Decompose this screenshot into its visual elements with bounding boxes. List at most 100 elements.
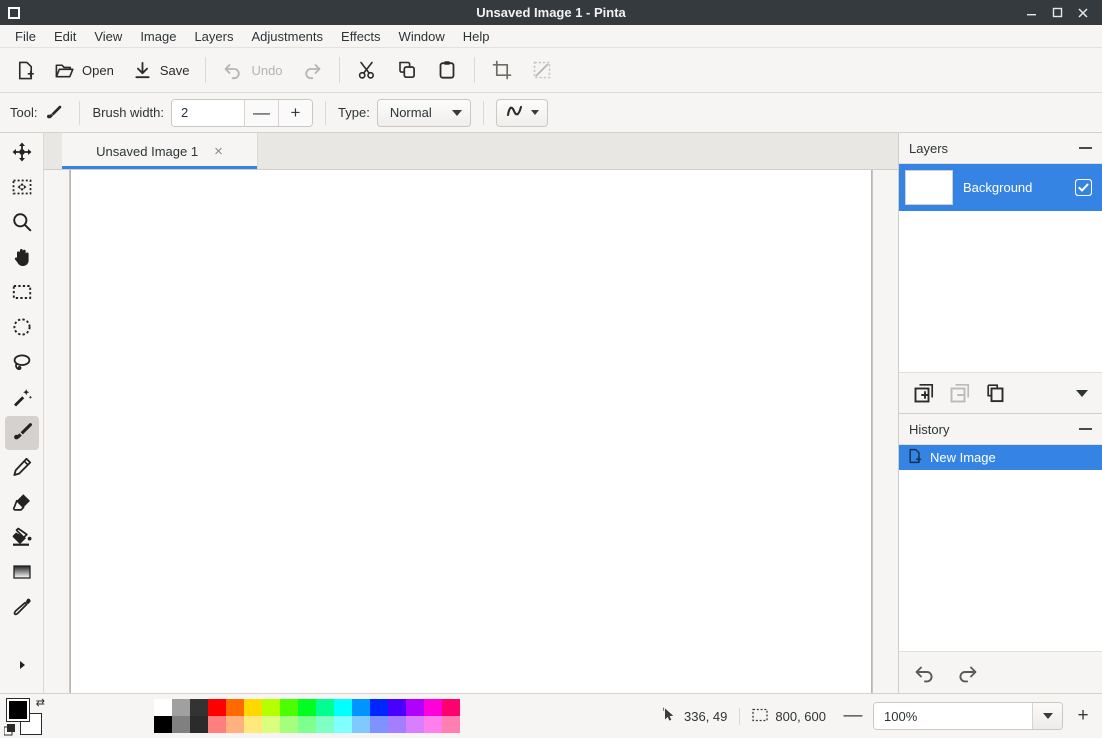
canvas-viewport[interactable]: [44, 170, 898, 693]
palette-swatch[interactable]: [352, 716, 370, 733]
menu-layers[interactable]: Layers: [185, 26, 242, 47]
table-row[interactable]: Background: [899, 164, 1102, 211]
tool-eraser[interactable]: [5, 486, 39, 520]
palette-swatch[interactable]: [316, 716, 334, 733]
minimize-panel-icon[interactable]: [1079, 428, 1092, 430]
zoom-out-button[interactable]: —: [842, 705, 864, 727]
layers-list[interactable]: Background: [899, 164, 1102, 372]
brush-width-decrease[interactable]: —: [244, 99, 279, 126]
brush-width-increase[interactable]: +: [278, 99, 313, 126]
primary-color-swatch[interactable]: [6, 698, 30, 722]
close-icon[interactable]: [1070, 0, 1096, 25]
menu-image[interactable]: Image: [131, 26, 185, 47]
undo-button[interactable]: Undo: [213, 53, 291, 87]
chevron-down-icon[interactable]: [1076, 389, 1088, 397]
brush-width-input[interactable]: 2: [172, 99, 245, 126]
redo-arrow-icon[interactable]: [953, 662, 979, 684]
palette-swatch[interactable]: [262, 716, 280, 733]
tool-move-selection[interactable]: [5, 171, 39, 205]
swap-colors-icon[interactable]: ⇄: [36, 696, 45, 709]
palette-swatch[interactable]: [244, 699, 262, 716]
palette-swatch[interactable]: [406, 716, 424, 733]
layer-visibility-checkbox[interactable]: [1075, 179, 1092, 196]
tool-pan[interactable]: [5, 241, 39, 275]
palette-swatch[interactable]: [406, 699, 424, 716]
more-tools-arrow-icon[interactable]: [5, 651, 39, 679]
palette-swatch[interactable]: [208, 699, 226, 716]
list-item[interactable]: New Image: [899, 445, 1102, 470]
zoom-level-select[interactable]: 100%: [873, 702, 1063, 730]
palette-swatch[interactable]: [226, 716, 244, 733]
tool-ellipse-select[interactable]: [5, 311, 39, 345]
image-canvas[interactable]: [70, 170, 872, 693]
tool-move-selected[interactable]: [5, 136, 39, 170]
palette-swatch[interactable]: [190, 716, 208, 733]
tool-rectangle-select[interactable]: [5, 276, 39, 310]
palette-swatch[interactable]: [172, 699, 190, 716]
palette-swatch[interactable]: [424, 699, 442, 716]
tool-color-picker[interactable]: [5, 591, 39, 625]
undo-arrow-icon[interactable]: [913, 662, 939, 684]
redo-button[interactable]: [292, 53, 332, 87]
palette-swatch[interactable]: [424, 716, 442, 733]
minimize-icon[interactable]: [1018, 0, 1044, 25]
palette-swatch[interactable]: [370, 716, 388, 733]
chevron-down-icon[interactable]: [1032, 703, 1062, 729]
zoom-level-value[interactable]: 100%: [874, 703, 1032, 729]
menu-file[interactable]: File: [6, 26, 45, 47]
palette-swatch[interactable]: [370, 699, 388, 716]
palette-swatch[interactable]: [352, 699, 370, 716]
palette-swatch[interactable]: [154, 699, 172, 716]
palette-swatch[interactable]: [442, 716, 460, 733]
palette-swatch[interactable]: [316, 699, 334, 716]
menu-adjustments[interactable]: Adjustments: [242, 26, 332, 47]
duplicate-layer-icon[interactable]: [985, 382, 1007, 404]
color-swatches[interactable]: ⇄: [3, 696, 48, 736]
close-tab-icon[interactable]: ×: [214, 144, 223, 159]
tool-paintbrush[interactable]: [4, 416, 39, 450]
palette-swatch[interactable]: [280, 716, 298, 733]
tool-zoom[interactable]: [5, 206, 39, 240]
menu-help[interactable]: Help: [454, 26, 499, 47]
blend-mode-select[interactable]: Normal: [376, 98, 471, 127]
tool-lasso-select[interactable]: [5, 346, 39, 380]
palette-swatch[interactable]: [172, 716, 190, 733]
brush-width-stepper[interactable]: 2 — +: [171, 98, 314, 127]
zoom-in-button[interactable]: +: [1072, 705, 1094, 727]
palette-swatch[interactable]: [208, 716, 226, 733]
palette-swatch[interactable]: [190, 699, 208, 716]
palette-swatch[interactable]: [334, 716, 352, 733]
palette-swatch[interactable]: [244, 716, 262, 733]
menu-window[interactable]: Window: [390, 26, 454, 47]
color-palette[interactable]: [154, 699, 460, 733]
new-image-button[interactable]: [6, 53, 45, 87]
history-list[interactable]: New Image: [899, 445, 1102, 651]
palette-swatch[interactable]: [226, 699, 244, 716]
palette-swatch[interactable]: [334, 699, 352, 716]
palette-swatch[interactable]: [280, 699, 298, 716]
remove-layer-icon[interactable]: [949, 382, 971, 404]
palette-swatch[interactable]: [262, 699, 280, 716]
tool-paint-bucket[interactable]: [5, 521, 39, 555]
copy-button[interactable]: [387, 53, 427, 87]
palette-swatch[interactable]: [388, 699, 406, 716]
menu-view[interactable]: View: [85, 26, 131, 47]
open-button[interactable]: Open: [45, 53, 123, 87]
palette-swatch[interactable]: [298, 716, 316, 733]
deselect-button[interactable]: [522, 53, 562, 87]
palette-swatch[interactable]: [442, 699, 460, 716]
menu-edit[interactable]: Edit: [45, 26, 85, 47]
maximize-icon[interactable]: [1044, 0, 1070, 25]
paste-button[interactable]: [427, 53, 467, 87]
menu-effects[interactable]: Effects: [332, 26, 390, 47]
palette-swatch[interactable]: [388, 716, 406, 733]
minimize-panel-icon[interactable]: [1079, 147, 1092, 149]
stroke-style-select[interactable]: [495, 98, 548, 127]
palette-swatch[interactable]: [298, 699, 316, 716]
tool-magic-wand[interactable]: [5, 381, 39, 415]
palette-swatch[interactable]: [154, 716, 172, 733]
crop-button[interactable]: [482, 53, 522, 87]
save-button[interactable]: Save: [123, 53, 199, 87]
tool-pencil[interactable]: [5, 451, 39, 485]
reset-colors-icon[interactable]: [3, 723, 17, 736]
